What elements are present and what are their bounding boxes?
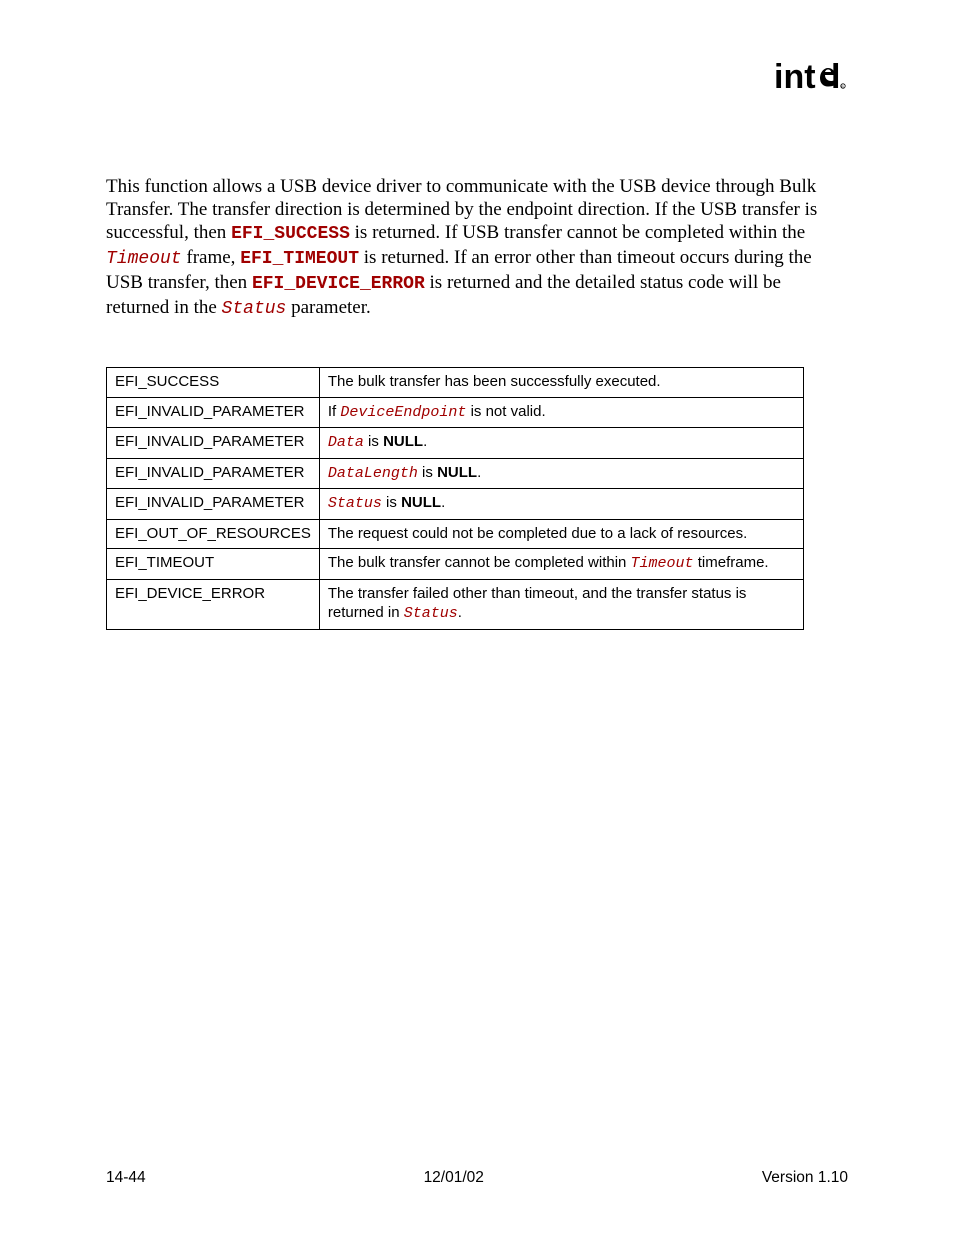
intel-logo-icon: int l R xyxy=(774,58,848,101)
text-segment: frame, xyxy=(182,247,241,268)
status-desc-cell: The bulk transfer has been successfully … xyxy=(319,368,803,398)
param-name: Status xyxy=(404,605,458,622)
null-literal: NULL xyxy=(437,464,477,481)
page-footer: 14-44 12/01/02 Version 1.10 xyxy=(106,1169,848,1187)
null-literal: NULL xyxy=(383,433,423,450)
text-segment: timeframe. xyxy=(694,554,769,571)
code-efi-device-error: EFI_DEVICE_ERROR xyxy=(252,274,425,294)
status-code-cell: EFI_TIMEOUT xyxy=(107,549,320,580)
table-row: EFI_INVALID_PARAMETER Data is NULL. xyxy=(107,428,804,459)
status-desc-cell: The bulk transfer cannot be completed wi… xyxy=(319,549,803,580)
code-efi-success: EFI_SUCCESS xyxy=(231,224,350,244)
status-code-cell: EFI_DEVICE_ERROR xyxy=(107,579,320,629)
status-code-cell: EFI_INVALID_PARAMETER xyxy=(107,489,320,520)
table-row: EFI_INVALID_PARAMETER If DeviceEndpoint … xyxy=(107,397,804,428)
text-segment: If xyxy=(328,403,341,420)
table-row: EFI_INVALID_PARAMETER Status is NULL. xyxy=(107,489,804,520)
text-segment: is xyxy=(364,433,383,450)
table-row: EFI_SUCCESS The bulk transfer has been s… xyxy=(107,368,804,398)
text-segment: The transfer failed other than timeout, … xyxy=(328,585,747,622)
table-row: EFI_TIMEOUT The bulk transfer cannot be … xyxy=(107,549,804,580)
description-paragraph: This function allows a USB device driver… xyxy=(106,175,848,321)
page-content: int l R This function allows a USB devic… xyxy=(0,0,954,630)
status-desc-cell: DataLength is NULL. xyxy=(319,458,803,489)
text-segment: . xyxy=(477,464,481,481)
text-segment: is xyxy=(418,464,437,481)
status-desc-cell: If DeviceEndpoint is not valid. xyxy=(319,397,803,428)
status-desc-cell: The request could not be completed due t… xyxy=(319,519,803,549)
svg-text:l: l xyxy=(831,58,840,96)
text-segment: is xyxy=(382,494,401,511)
param-name: Data xyxy=(328,434,364,451)
status-desc-cell: The transfer failed other than timeout, … xyxy=(319,579,803,629)
table-row: EFI_OUT_OF_RESOURCES The request could n… xyxy=(107,519,804,549)
param-name: DeviceEndpoint xyxy=(340,404,466,421)
code-timeout: Timeout xyxy=(106,249,182,269)
logo-container: int l R xyxy=(106,58,848,101)
footer-version: Version 1.10 xyxy=(762,1169,848,1187)
status-code-cell: EFI_INVALID_PARAMETER xyxy=(107,458,320,489)
text-segment: . xyxy=(458,604,462,621)
null-literal: NULL xyxy=(401,494,441,511)
status-code-cell: EFI_SUCCESS xyxy=(107,368,320,398)
footer-date: 12/01/02 xyxy=(424,1169,484,1187)
table-row: EFI_DEVICE_ERROR The transfer failed oth… xyxy=(107,579,804,629)
code-status: Status xyxy=(222,299,287,319)
footer-page-number: 14-44 xyxy=(106,1169,146,1187)
status-code-cell: EFI_INVALID_PARAMETER xyxy=(107,397,320,428)
status-codes-table: EFI_SUCCESS The bulk transfer has been s… xyxy=(106,367,804,630)
status-code-cell: EFI_OUT_OF_RESOURCES xyxy=(107,519,320,549)
param-name: Status xyxy=(328,495,382,512)
svg-text:int: int xyxy=(774,58,816,96)
text-segment: . xyxy=(423,433,427,450)
text-segment: The bulk transfer cannot be completed wi… xyxy=(328,554,631,571)
text-segment: is returned. If USB transfer cannot be c… xyxy=(350,222,805,243)
code-efi-timeout: EFI_TIMEOUT xyxy=(240,249,359,269)
status-code-cell: EFI_INVALID_PARAMETER xyxy=(107,428,320,459)
param-name: DataLength xyxy=(328,465,418,482)
text-segment: is not valid. xyxy=(466,403,545,420)
status-desc-cell: Data is NULL. xyxy=(319,428,803,459)
status-desc-cell: Status is NULL. xyxy=(319,489,803,520)
text-segment: . xyxy=(441,494,445,511)
text-segment: parameter. xyxy=(286,297,370,318)
table-row: EFI_INVALID_PARAMETER DataLength is NULL… xyxy=(107,458,804,489)
param-name: Timeout xyxy=(631,555,694,572)
